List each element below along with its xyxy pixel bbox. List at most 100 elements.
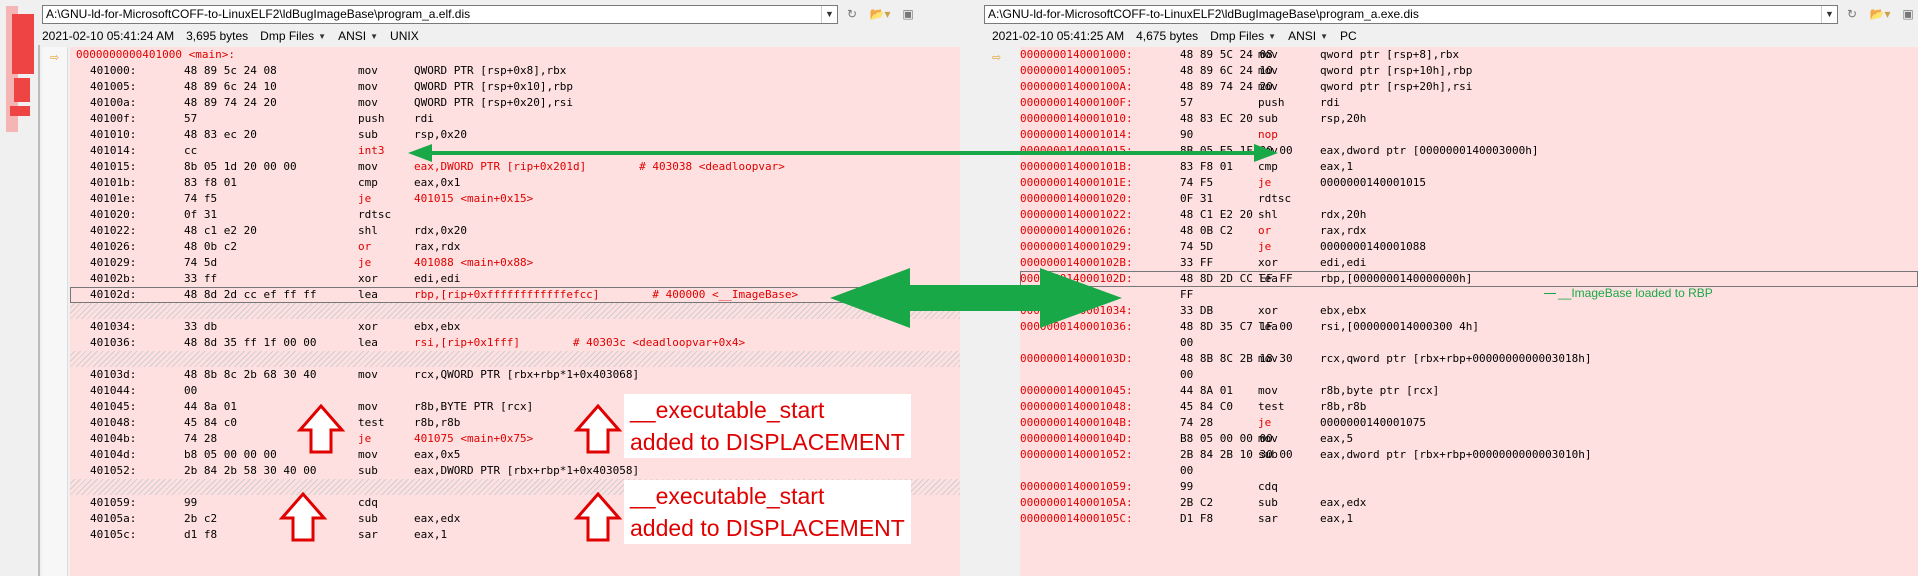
code-mnemonic: sub [358,512,378,525]
code-line[interactable]: 000000014000105A: 2B C2 sub eax,edx [1020,495,1918,511]
code-line[interactable]: 401000: 48 89 5c 24 08 mov QWORD PTR [rsp+0… [70,63,960,79]
folder-open-icon[interactable]: 📂▾ [1866,5,1894,23]
right-encoding-select[interactable]: ANSI ▼ [1288,29,1328,43]
code-line[interactable]: 401014: cc int3 [70,143,960,159]
code-line[interactable]: 40100f: 57 push rdi [70,111,960,127]
code-operands: eax,DWORD PTR [rip+0x201d] # 403038 <dea… [414,160,785,173]
code-line[interactable]: 40103d: 48 8b 8c 2b 68 30 40 mov rcx,QWORD … [70,367,960,383]
code-line[interactable]: 0000000140001022: 48 C1 E2 20 shl rdx,20h [1020,207,1918,223]
code-mnemonic: lea [358,336,378,349]
code-address: 40104b: [90,432,137,445]
code-address: 0000000140001036: [1020,320,1133,333]
chevron-down-icon: ▼ [1268,31,1277,41]
code-address: 401036: [90,336,137,349]
code-line[interactable]: 000000014000100A: 48 89 74 24 20 mov qword … [1020,79,1918,95]
code-operands: 0000000140001075 [1320,416,1426,429]
code-line[interactable]: 0000000140001020: 0F 31 rdtsc [1020,191,1918,207]
chevron-down-icon[interactable]: ▼ [821,5,837,23]
code-line[interactable]: 0000000140001029: 74 5D je 0000000140001088 [1020,239,1918,255]
code-line[interactable]: 40101e: 74 f5 je 401015 <main+0x15> [70,191,960,207]
code-bytes: 45 84 c0 [184,416,237,429]
code-line[interactable]: 0000000140001010: 48 83 EC 20 sub rsp,20h [1020,111,1918,127]
code-line[interactable]: 0000000140001045: 44 8A 01 mov r8b,byte ptr… [1020,383,1918,399]
code-line[interactable]: 0000000140001015: 8B 05 E5 1F 00 00 mov eax… [1020,143,1918,159]
right-eol-value: PC [1340,29,1357,43]
right-code-view[interactable]: 0000000140001000: 48 89 5C 24 08 mov qword … [1020,47,1918,576]
code-operands: rdi [1320,96,1340,109]
code-line[interactable]: 0000000140001052: 2B 84 2B 10 30 00 sub eax… [1020,447,1918,463]
code-line[interactable]: 401015: 8b 05 1d 20 00 00 mov eax,DWORD PTR… [70,159,960,175]
refresh-icon[interactable]: ↻ [842,5,862,23]
code-line[interactable]: 0000000140001059: 99 cdq [1020,479,1918,495]
code-address: 0000000140001022: [1020,208,1133,221]
code-line[interactable]: 40100a: 48 89 74 24 20 mov QWORD PTR [rsp+0… [70,95,960,111]
code-line[interactable]: 0000000140001048: 45 84 C0 test r8b,r8b [1020,399,1918,415]
code-line[interactable]: 00 [1020,463,1918,479]
code-mnemonic: sub [1258,112,1278,125]
code-operands: qword ptr [rsp+10h],rbp [1320,64,1473,77]
right-path-input[interactable]: A:\GNU-ld-for-MicrosoftCOFF-to-LinuxELF2… [984,4,1838,24]
code-line[interactable]: 40102d: 48 8d 2d cc ef ff ff lea rbp,[rip+0… [70,287,960,303]
left-filter-select[interactable]: Dmp Files ▼ [260,29,326,43]
code-address: 401000: [90,64,137,77]
code-line[interactable]: 401026: 48 0b c2 or rax,rdx [70,239,960,255]
code-bytes: FF [1180,288,1194,301]
code-bytes: 48 83 ec 20 [184,128,257,141]
code-line[interactable]: 000000014000103D: 48 8B 8C 2B 18 30 mov rcx… [1020,351,1918,367]
chevron-down-icon[interactable]: ▼ [1821,5,1837,23]
code-mnemonic: int3 [358,144,385,157]
left-eol-select[interactable]: UNIX [390,29,419,43]
save-icon[interactable]: ▣ [898,5,918,23]
code-line[interactable]: 000000014000101B: 83 F8 01 cmp eax,1 [1020,159,1918,175]
code-bytes: 2b 84 2b 58 30 40 00 [184,464,317,477]
code-mnemonic: sub [358,128,378,141]
code-operands: eax,1 [1320,160,1354,173]
code-line[interactable]: 0000000140001014: 90 nop [1020,127,1918,143]
save-icon[interactable]: ▣ [1898,5,1918,23]
code-line[interactable]: 401010: 48 83 ec 20 sub rsp,0x20 [70,127,960,143]
code-line[interactable]: 40102b: 33 ff xor edi,edi [70,271,960,287]
right-pane: A:\GNU-ld-for-MicrosoftCOFF-to-LinuxELF2… [984,0,1918,576]
code-line[interactable]: 000000014000102D: 48 8D 2D CC EF FF lea rbp… [1020,271,1918,287]
code-line[interactable] [70,351,960,367]
code-line[interactable]: 00 [1020,335,1918,351]
right-filter-select[interactable]: Dmp Files ▼ [1210,29,1276,43]
code-line[interactable]: 0000000140001036: 48 8D 35 C7 1F 00 lea rsi… [1020,319,1918,335]
code-line[interactable]: 401029: 74 5d je 401088 <main+0x88> [70,255,960,271]
code-line[interactable]: 000000014000105C: D1 F8 sar eax,1 [1020,511,1918,527]
folder-open-icon[interactable]: 📂▾ [866,5,894,23]
code-line[interactable]: 401036: 48 8d 35 ff 1f 00 00 lea rsi,[rip+0… [70,335,960,351]
code-line[interactable]: 000000014000101E: 74 F5 je 0000000140001015 [1020,175,1918,191]
code-line[interactable]: 401034: 33 db xor ebx,ebx [70,319,960,335]
code-line[interactable]: 0000000140001005: 48 89 6C 24 10 mov qword … [1020,63,1918,79]
code-line[interactable]: 0000000140001000: 48 89 5C 24 08 mov qword … [1020,47,1918,63]
code-line[interactable]: 000000014000100F: 57 push rdi [1020,95,1918,111]
code-line[interactable]: 0000000140001034: 33 DB xor ebx,ebx [1020,303,1918,319]
refresh-icon[interactable]: ↻ [1842,5,1862,23]
code-address: 0000000140001000: [1020,48,1133,61]
code-line[interactable]: FF [1020,287,1918,303]
code-mnemonic: mov [358,64,378,77]
code-address: 000000014000103D: [1020,352,1133,365]
code-line[interactable]: 000000014000104B: 74 28 je 0000000140001075 [1020,415,1918,431]
code-operands: 0000000140001088 [1320,240,1426,253]
code-line[interactable]: 40101b: 83 f8 01 cmp eax,0x1 [70,175,960,191]
pane-splitter[interactable] [960,0,984,576]
code-address: 0000000140001034: [1020,304,1133,317]
right-eol-select[interactable]: PC [1340,29,1357,43]
left-file-size: 3,695 bytes [186,29,249,43]
left-eol-value: UNIX [390,29,419,43]
left-path-input[interactable]: A:\GNU-ld-for-MicrosoftCOFF-to-LinuxELF2… [42,4,838,24]
code-line[interactable]: 000000014000102B: 33 FF xor edi,edi [1020,255,1918,271]
code-line[interactable]: 401022: 48 c1 e2 20 shl rdx,0x20 [70,223,960,239]
code-line[interactable] [70,303,960,319]
code-line[interactable]: 00 [1020,367,1918,383]
code-line[interactable]: 401020: 0f 31 rdtsc [70,207,960,223]
left-encoding-select[interactable]: ANSI ▼ [338,29,378,43]
code-line[interactable]: 401052: 2b 84 2b 58 30 40 00 sub eax,DWORD … [70,463,960,479]
code-line[interactable]: 000000014000104D: B8 05 00 00 00 mov eax,5 [1020,431,1918,447]
code-line[interactable]: 401005: 48 89 6c 24 10 mov QWORD PTR [rsp+0… [70,79,960,95]
code-line[interactable]: 0000000140001026: 48 0B C2 or rax,rdx [1020,223,1918,239]
code-mnemonic: je [358,432,372,445]
code-bytes: 74 f5 [184,192,218,205]
